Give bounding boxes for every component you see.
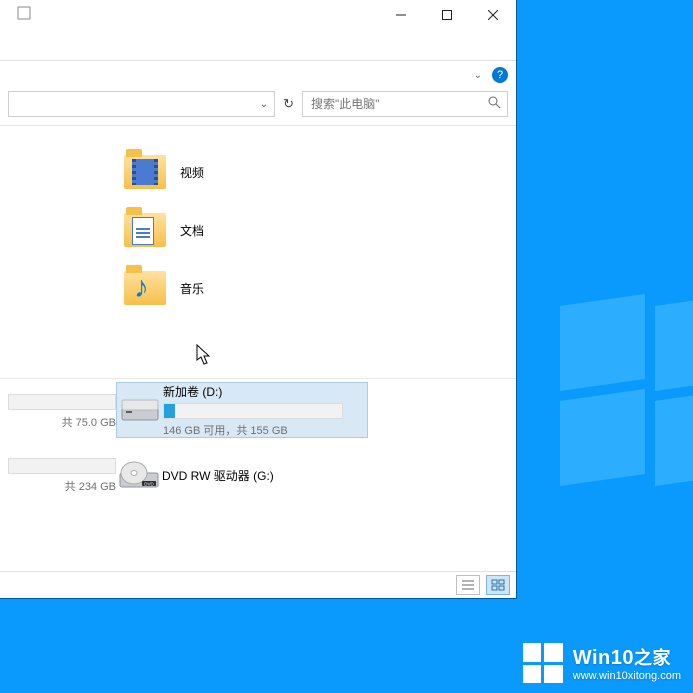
watermark-brand-zh: 之家 (634, 648, 671, 668)
file-explorer-window: ⌄ ? ⌄ ↻ 视频 (0, 0, 517, 599)
drive-subtext: 共 234 GB (65, 478, 116, 494)
folder-documents[interactable]: 文档 (124, 206, 204, 254)
address-dropdown-icon[interactable]: ⌄ (260, 99, 268, 110)
view-tiles-button[interactable] (486, 575, 510, 595)
svg-text:DVD: DVD (144, 482, 154, 487)
folder-music[interactable]: ♪ 音乐 (124, 264, 204, 312)
music-folder-icon: ♪ (124, 267, 166, 309)
status-bar (0, 571, 516, 598)
content-pane[interactable]: 视频 文档 ♪ 音乐 (0, 126, 516, 571)
drive-partial-e[interactable]: 共 234 GB (0, 448, 116, 500)
videos-folder-icon (124, 151, 166, 193)
drive-subtext: 共 75.0 GB (62, 414, 116, 430)
close-button[interactable] (470, 0, 516, 30)
search-icon[interactable] (488, 96, 501, 112)
wallpaper-windows-logo (560, 300, 693, 480)
help-icon[interactable]: ? (492, 67, 508, 83)
drive-usage-bar (163, 403, 343, 419)
watermark: Win10之家 www.win10xitong.com (523, 643, 681, 683)
drive-d-selected[interactable]: 新加卷 (D:) 146 GB 可用，共 155 GB (116, 382, 368, 438)
address-search-row: ⌄ ↻ (0, 89, 516, 125)
drive-partial-c[interactable]: 共 75.0 GB (0, 384, 116, 436)
drive-title: DVD RW 驱动器 (G:) (162, 467, 274, 484)
minimize-button[interactable] (378, 0, 424, 30)
folder-label: 视频 (180, 164, 204, 181)
nav-options-row: ⌄ ? (0, 61, 516, 89)
desktop-background: ⌄ ? ⌄ ↻ 视频 (0, 0, 693, 693)
watermark-url: www.win10xitong.com (573, 670, 681, 682)
folder-label: 文档 (180, 222, 204, 239)
address-bar[interactable]: ⌄ (8, 91, 275, 117)
search-box[interactable] (302, 91, 508, 117)
chevron-down-icon[interactable]: ⌄ (474, 70, 482, 81)
dvd-drive-icon: DVD (116, 459, 162, 491)
window-menu-icon (2, 6, 46, 20)
folder-videos[interactable]: 视频 (124, 148, 204, 196)
documents-folder-icon (124, 209, 166, 251)
drive-dvd-g[interactable]: DVD DVD RW 驱动器 (G:) (116, 448, 366, 502)
drive-title: 新加卷 (D:) (163, 383, 343, 400)
maximize-button[interactable] (424, 0, 470, 30)
ribbon-area (0, 30, 516, 61)
search-input[interactable] (309, 96, 463, 112)
titlebar[interactable] (0, 0, 516, 30)
refresh-button[interactable]: ↻ (283, 96, 294, 112)
drive-subtext: 146 GB 可用，共 155 GB (163, 422, 343, 438)
drives-group: 共 75.0 GB 新加卷 (D:) (0, 378, 516, 385)
mouse-cursor-icon (196, 344, 212, 366)
folder-label: 音乐 (180, 280, 204, 297)
watermark-windows-icon (523, 643, 563, 683)
hard-disk-icon (117, 396, 163, 424)
view-details-button[interactable] (456, 575, 480, 595)
watermark-brand-en: Win10 (573, 647, 634, 669)
